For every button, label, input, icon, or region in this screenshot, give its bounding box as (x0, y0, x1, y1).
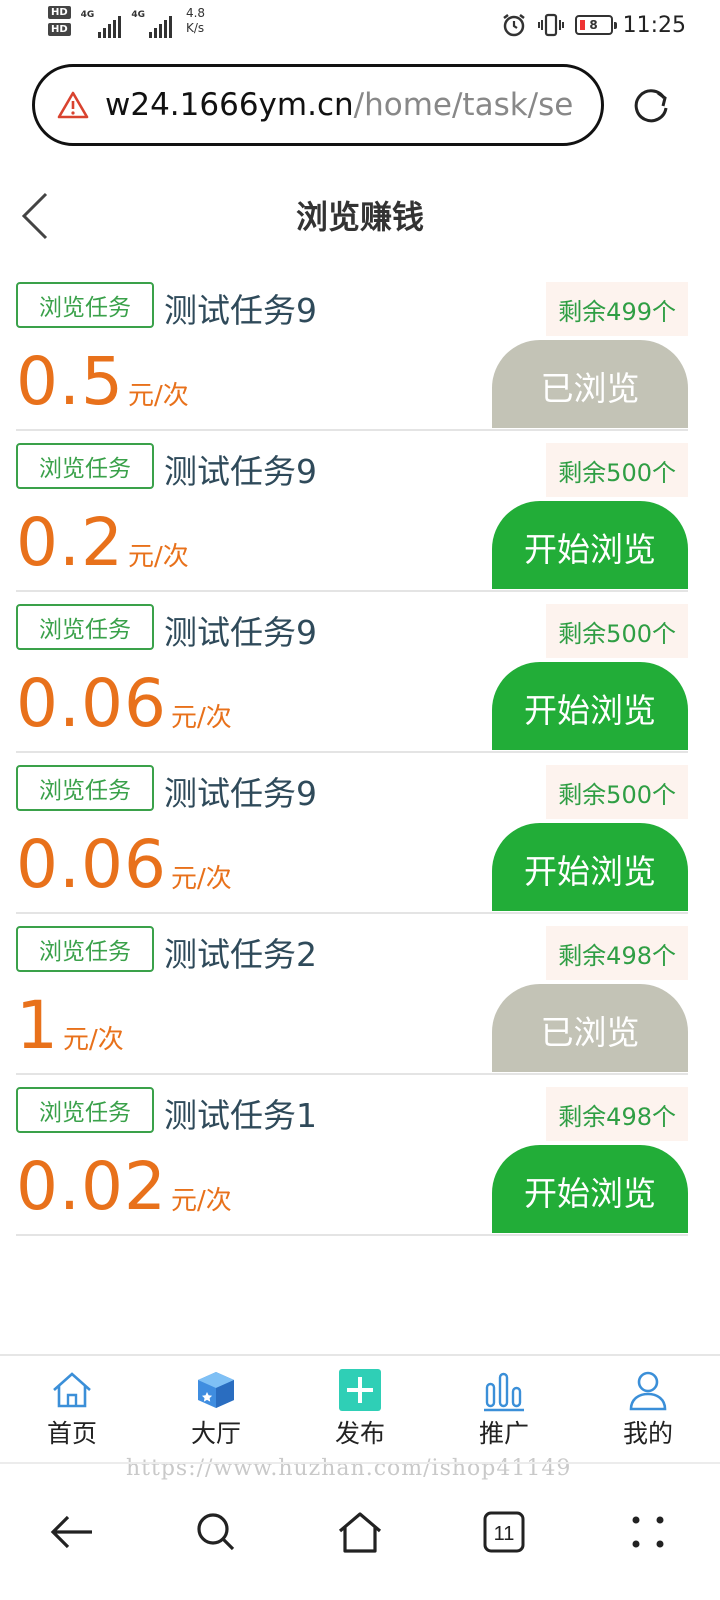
status-bar: HD HD 4G 4G 4.8 K/s 8 11:25 (0, 0, 720, 50)
hd-badge-2: HD (48, 23, 71, 36)
task-price: 0.2 元/次 (16, 504, 189, 581)
remaining-count: 剩余499个 (546, 282, 688, 336)
reload-icon[interactable] (630, 84, 672, 126)
list-item: 浏览任务 测试任务2 剩余498个 1 元/次 已浏览 (16, 914, 688, 1075)
tab-mine[interactable]: 我的 (576, 1356, 720, 1458)
task-name: 测试任务9 (164, 613, 317, 652)
task-name: 测试任务9 (164, 774, 317, 813)
task-name: 测试任务9 (164, 452, 317, 491)
task-tag: 浏览任务 (16, 282, 154, 328)
start-browse-button[interactable]: 开始浏览 (492, 662, 688, 750)
task-tag: 浏览任务 (16, 443, 154, 489)
user-icon (629, 1371, 667, 1411)
plus-icon (339, 1369, 381, 1411)
task-name: 测试任务1 (164, 1096, 317, 1135)
nav-menu-button[interactable] (618, 1502, 678, 1562)
task-tag: 浏览任务 (16, 1087, 154, 1133)
alarm-icon (502, 14, 525, 37)
start-browse-button[interactable]: 开始浏览 (492, 1145, 688, 1233)
list-item: 浏览任务 测试任务9 剩余500个 0.06 元/次 开始浏览 (16, 592, 688, 753)
nav-home-button[interactable] (330, 1502, 390, 1562)
search-icon (197, 1513, 235, 1551)
remaining-count: 剩余500个 (546, 443, 688, 497)
network-speed: 4.8 K/s (185, 6, 206, 35)
url-text[interactable]: w24.1666ym.cn/home/task/se (105, 87, 573, 123)
task-tag: 浏览任务 (16, 604, 154, 650)
warning-triangle-icon[interactable] (57, 90, 89, 120)
tab-home[interactable]: 首页 (0, 1356, 144, 1458)
tab-publish[interactable]: 发布 (288, 1356, 432, 1458)
svg-text:11: 11 (494, 1523, 515, 1545)
browsed-button[interactable]: 已浏览 (492, 984, 688, 1072)
browsed-button[interactable]: 已浏览 (492, 340, 688, 428)
list-item: 浏览任务 测试任务9 剩余500个 0.2 元/次 开始浏览 (16, 431, 688, 592)
remaining-count: 剩余500个 (546, 765, 688, 819)
list-item: 浏览任务 测试任务9 剩余500个 0.06 元/次 开始浏览 (16, 753, 688, 914)
address-bar[interactable]: w24.1666ym.cn/home/task/se (32, 64, 604, 146)
system-nav-bar: 11 (0, 1462, 720, 1600)
tab-hall[interactable]: 大厅 (144, 1356, 288, 1458)
bottom-tab-bar: 首页 大厅 发布 推广 我的 (0, 1354, 720, 1458)
start-browse-button[interactable]: 开始浏览 (492, 823, 688, 911)
list-item: 浏览任务 测试任务9 剩余499个 0.5 元/次 已浏览 (16, 270, 688, 431)
task-name: 测试任务2 (164, 935, 317, 974)
task-price: 0.06 元/次 (16, 665, 232, 742)
task-price: 0.5 元/次 (16, 343, 189, 420)
hd-badge-1: HD (48, 6, 71, 19)
remaining-count: 剩余498个 (546, 926, 688, 980)
remaining-count: 剩余500个 (546, 604, 688, 658)
signal-icon-2: 4G (131, 10, 172, 38)
home-icon (53, 1372, 91, 1408)
nav-search-button[interactable] (186, 1502, 246, 1562)
home-outline-icon (338, 1512, 382, 1553)
cube-icon (198, 1372, 234, 1408)
arrow-left-icon (50, 1515, 92, 1549)
battery-icon: 8 (574, 15, 617, 35)
task-price: 0.02 元/次 (16, 1148, 232, 1225)
signal-icon: 4G (81, 10, 122, 38)
page-title: 浏览赚钱 (295, 198, 424, 236)
task-name: 测试任务9 (164, 291, 317, 330)
start-browse-button[interactable]: 开始浏览 (492, 501, 688, 589)
task-price: 1 元/次 (16, 987, 124, 1064)
remaining-count: 剩余498个 (546, 1087, 688, 1141)
task-price: 0.06 元/次 (16, 826, 232, 903)
task-list: 浏览任务 测试任务9 剩余499个 0.5 元/次 已浏览 浏览任务 测试任务9 … (16, 270, 688, 1236)
nav-tabs-button[interactable]: 11 (474, 1502, 534, 1562)
bar-chart-icon (484, 1372, 524, 1412)
dots-menu-icon (632, 1516, 664, 1548)
clock: 11:25 (622, 12, 686, 38)
nav-back-button[interactable] (42, 1502, 102, 1562)
task-tag: 浏览任务 (16, 926, 154, 972)
task-tag: 浏览任务 (16, 765, 154, 811)
page-header: 浏览赚钱 (0, 178, 720, 254)
list-item: 浏览任务 测试任务1 剩余498个 0.02 元/次 开始浏览 (16, 1075, 688, 1236)
tabs-icon: 11 (483, 1511, 525, 1553)
vibrate-icon (537, 13, 564, 37)
tab-promote[interactable]: 推广 (432, 1356, 576, 1458)
